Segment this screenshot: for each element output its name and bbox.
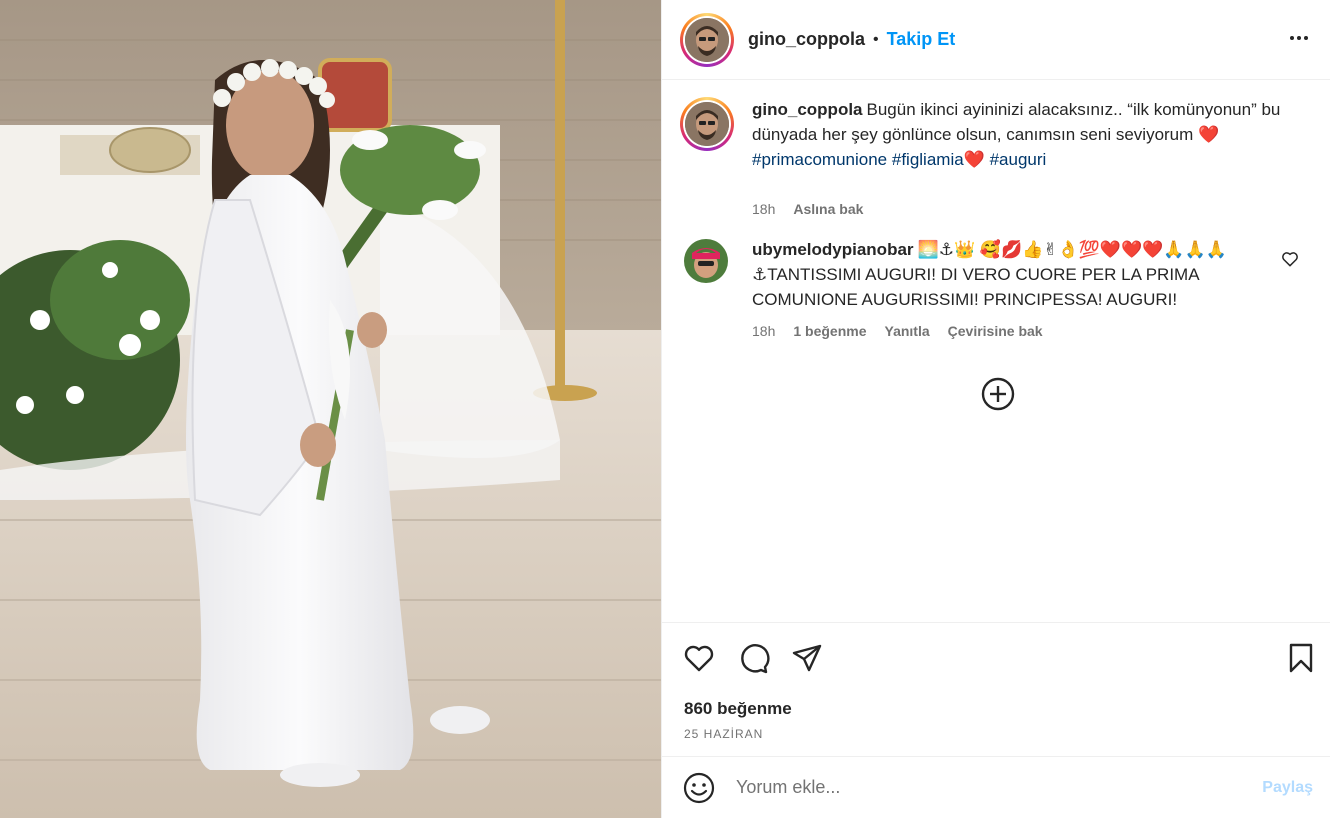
hashtag-auguri[interactable]: #auguri [990,150,1047,169]
heart-emoji: ❤️ [1198,125,1220,144]
load-more-comments-icon[interactable] [981,377,1015,411]
caption-avatar[interactable] [680,97,734,151]
reply-button[interactable]: Yanıtla [885,323,930,339]
commenter-avatar[interactable] [684,239,728,283]
comment-input[interactable] [736,777,1216,798]
likes-count[interactable]: 860 beğenme [684,699,792,719]
post-photo[interactable] [0,0,661,818]
author-avatar-image [685,17,729,62]
header-separator: • [873,30,879,48]
more-options-icon[interactable] [1287,26,1311,50]
comment-icon[interactable] [736,641,770,675]
save-bookmark-icon[interactable] [1284,641,1318,675]
caption-meta: 18h Aslına bak [752,201,863,217]
caption-text: gino_coppola Bugün ikinci ayininizi alaca… [752,97,1292,172]
hashtag-figliamia[interactable]: #figliamia [892,150,964,169]
caption-avatar-image [685,102,729,146]
commenter-username[interactable]: ubymelodypianobar [752,240,914,259]
comment-item: ubymelodypianobar 🌅⚓👑 🥰💋👍✌👌💯❤️❤️❤️🙏🙏🙏⚓TAN… [680,237,1320,347]
comment-like-icon[interactable] [1280,249,1300,269]
caption-username[interactable]: gino_coppola [752,100,863,119]
comment-time[interactable]: 18h [752,323,775,339]
comments-section[interactable]: gino_coppola Bugün ikinci ayininizi alaca… [662,81,1330,621]
author-username[interactable]: gino_coppola [748,29,865,50]
commenter-avatar-image [684,239,728,283]
post-actions: 860 beğenme 25 HAZİRAN [662,622,1330,756]
see-translation-link[interactable]: Çevirisine bak [948,323,1043,339]
comment-meta: 18h 1 beğenme Yanıtla Çevirisine bak [752,323,1043,339]
heart-emoji-2: ❤️ [963,150,985,169]
follow-button[interactable]: Takip Et [887,29,956,50]
caption-time[interactable]: 18h [752,201,775,217]
comment-likes[interactable]: 1 beğenme [793,323,866,339]
see-original-link[interactable]: Aslına bak [793,201,863,217]
emoji-icon[interactable] [682,771,716,805]
share-icon[interactable] [790,641,824,675]
caption: gino_coppola Bugün ikinci ayininizi alaca… [680,97,1320,217]
like-icon[interactable] [682,641,716,675]
post-header: gino_coppola • Takip Et [662,0,1330,80]
hashtag-primacomunione[interactable]: #primacomunione [752,150,887,169]
post-comment-button[interactable]: Paylaş [1262,779,1313,797]
post-date[interactable]: 25 HAZİRAN [684,727,763,741]
add-comment-bar: Paylaş [662,756,1330,818]
post-panel: gino_coppola • Takip Et gino_coppola Bug… [661,0,1330,818]
author-avatar[interactable] [680,12,734,67]
comment-text: ubymelodypianobar 🌅⚓👑 🥰💋👍✌👌💯❤️❤️❤️🙏🙏🙏⚓TAN… [752,237,1292,312]
